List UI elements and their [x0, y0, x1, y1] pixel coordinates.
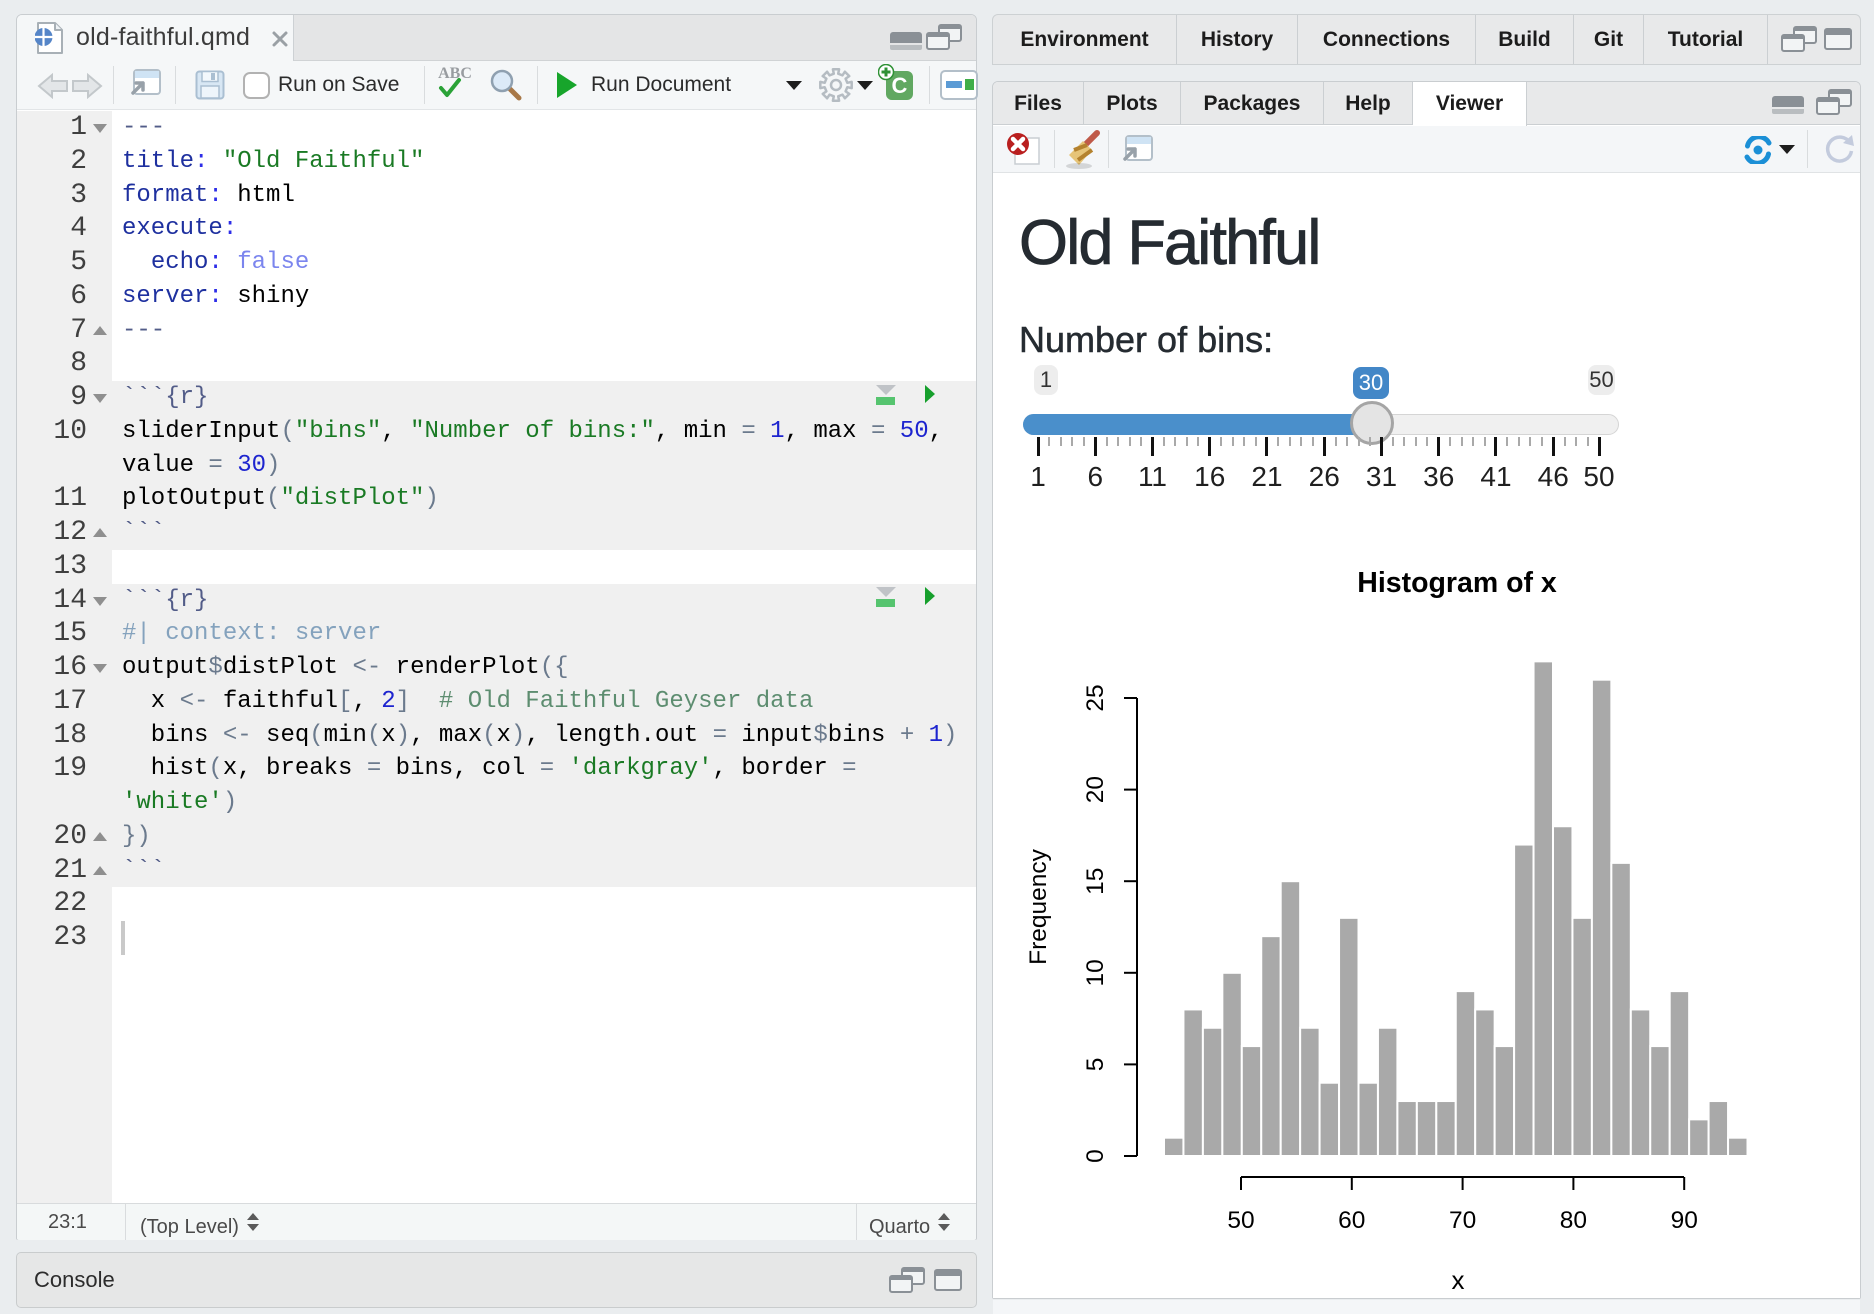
svg-text:x: x [1452, 1265, 1465, 1295]
svg-text:ABC: ABC [438, 65, 472, 82]
svg-text:5: 5 [1082, 1058, 1109, 1072]
svg-text:Histogram of x: Histogram of x [1357, 567, 1557, 599]
svg-text:0: 0 [1082, 1149, 1109, 1163]
svg-text:50: 50 [1227, 1207, 1254, 1234]
svg-text:15: 15 [1082, 868, 1109, 895]
svg-text:70: 70 [1449, 1207, 1476, 1234]
svg-text:C: C [892, 73, 908, 98]
svg-text:20: 20 [1082, 776, 1109, 803]
svg-text:60: 60 [1338, 1207, 1365, 1234]
svg-text:Frequency: Frequency [1025, 848, 1052, 965]
svg-text:25: 25 [1082, 684, 1109, 711]
svg-text:10: 10 [1082, 959, 1109, 986]
svg-text:80: 80 [1560, 1207, 1587, 1234]
svg-text:90: 90 [1671, 1207, 1698, 1234]
